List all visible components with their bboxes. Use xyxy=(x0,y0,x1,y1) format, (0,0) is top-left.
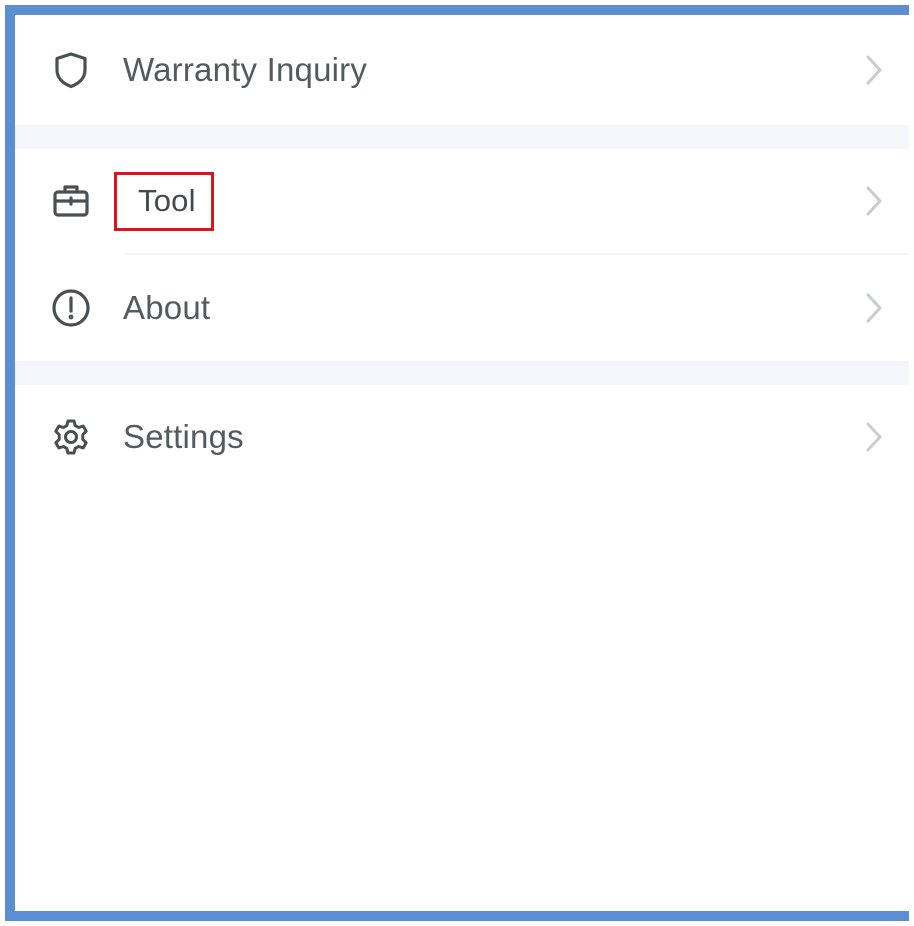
chevron-right-icon xyxy=(861,288,887,328)
menu-item-about[interactable]: About xyxy=(15,255,909,361)
info-circle-icon xyxy=(49,286,93,330)
section-separator xyxy=(15,361,909,385)
menu-item-tool[interactable]: Tool xyxy=(15,149,909,253)
settings-menu-panel: Warranty Inquiry Tool About Settings xyxy=(5,5,909,921)
toolbox-icon xyxy=(49,179,93,223)
menu-item-label: Settings xyxy=(123,418,244,455)
chevron-right-icon xyxy=(861,417,887,457)
menu-item-label: Warranty Inquiry xyxy=(123,51,368,88)
section-separator xyxy=(15,125,909,149)
menu-item-label: About xyxy=(123,289,211,326)
shield-icon xyxy=(49,48,93,92)
menu-item-settings[interactable]: Settings xyxy=(15,385,909,489)
menu-item-warranty-inquiry[interactable]: Warranty Inquiry xyxy=(15,15,909,125)
menu-item-label-highlighted: Tool xyxy=(114,171,214,231)
chevron-right-icon xyxy=(861,181,887,221)
chevron-right-icon xyxy=(861,50,887,90)
gear-icon xyxy=(49,415,93,459)
